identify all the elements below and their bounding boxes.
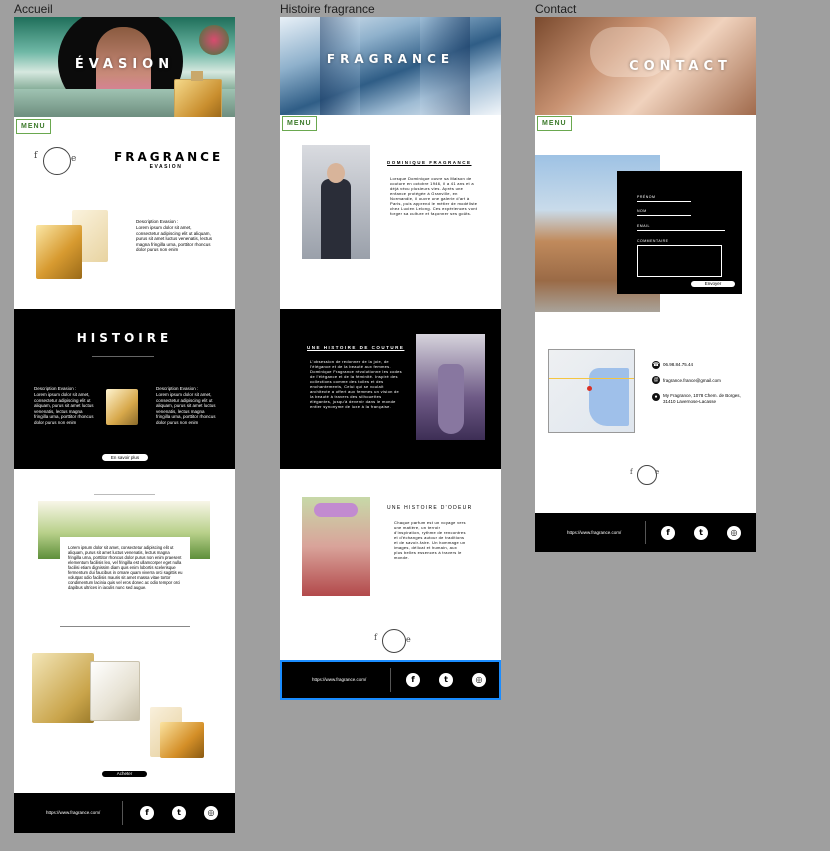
s2-body: L'obsession de redonner de la joie, de l…: [310, 359, 402, 409]
histoire-divider: [92, 356, 154, 357]
brand-title: FRAGRANCE: [114, 150, 224, 164]
hero-title: CONTACT: [629, 59, 732, 74]
board-label-histoire[interactable]: Histoire fragrance: [280, 2, 375, 16]
hero-image: CONTACT: [535, 17, 756, 115]
commentaire-textarea[interactable]: [637, 245, 722, 277]
commentaire-label: COMMENTAIRE: [637, 239, 669, 243]
building-left: [320, 17, 360, 115]
portrait-face: [327, 163, 345, 183]
brand-logo: f e: [368, 627, 414, 657]
address-text: My Fragrance, 1078 Chem. de Borges, 3141…: [663, 393, 741, 404]
footer-separator: [390, 668, 391, 692]
couture-section: UNE HISTOIRE DE COUTURE L'obsession de r…: [280, 309, 501, 469]
runway-photo: [416, 334, 485, 440]
desc-body: Lorem ipsum dolor sit amet, consectetur …: [136, 225, 213, 252]
footer: https://www.fragrance.com/ f t ◎: [535, 513, 756, 552]
menu-button[interactable]: MENU: [16, 119, 51, 134]
footer-separator: [122, 801, 123, 825]
twitter-icon[interactable]: t: [439, 673, 453, 687]
email-label: EMAIL: [637, 224, 651, 228]
contact-form: PRÉNOM NOM EMAIL COMMENTAIRE Envoyer: [617, 171, 742, 294]
portrait-photo: [302, 145, 370, 259]
building-right: [420, 17, 470, 115]
runway-dress: [438, 364, 464, 434]
prenom-label: PRÉNOM: [637, 195, 656, 199]
facebook-icon[interactable]: f: [406, 673, 420, 687]
col-right-body: Lorem ipsum dolor sit amet, consectetur …: [156, 392, 216, 425]
map-water: [589, 368, 629, 426]
histoire-page: FRAGRANCE MENU DOMINIQUE FRAGRANCE Lorsq…: [280, 17, 501, 700]
hero-title: ÉVASION: [74, 57, 175, 72]
s2-title: UNE HISTOIRE DE COUTURE: [307, 345, 405, 350]
logo-circle: [382, 629, 406, 653]
twitter-icon[interactable]: t: [172, 806, 186, 820]
hero-title: FRAGRANCE: [326, 52, 455, 66]
flower-photo: [302, 497, 370, 596]
instagram-icon[interactable]: ◎: [472, 673, 486, 687]
small-bottle: [160, 722, 204, 758]
email-input[interactable]: [637, 230, 725, 231]
board-label-contact[interactable]: Contact: [535, 2, 576, 16]
logo-circle: [637, 465, 657, 485]
contact-page: CONTACT MENU PRÉNOM NOM EMAIL COMMENTAIR…: [535, 17, 756, 552]
s3-title: UNE HISTOIRE D'ODEUR: [387, 505, 473, 511]
footer-url[interactable]: https://www.fragrance.com/: [567, 530, 621, 535]
flower-crown: [314, 503, 358, 517]
logo-circle: [43, 147, 71, 175]
footer-url[interactable]: https://www.fragrance.com/: [312, 677, 366, 682]
s1-title: DOMINIQUE FRAGRANCE: [387, 160, 472, 165]
histoire-section: HISTOIRE Description Evasion : Lorem ips…: [14, 309, 235, 469]
submit-button[interactable]: Envoyer: [691, 281, 735, 287]
location-map[interactable]: [548, 349, 635, 433]
hero-image: ÉVASION: [14, 17, 235, 117]
map-road: [549, 378, 634, 379]
portrait-suit: [321, 179, 351, 259]
hero-image: FRAGRANCE: [280, 17, 501, 115]
email-text[interactable]: fragrance.france@gmail.com: [663, 378, 721, 383]
menu-button[interactable]: MENU: [282, 116, 317, 131]
accueil-page: ÉVASION MENU f e FRAGRANCE EVASION Descr…: [14, 17, 235, 833]
s3-body: Chaque parfum est un voyage vers une mat…: [394, 520, 466, 560]
brand-subtitle: EVASION: [149, 164, 183, 170]
divider-bottom: [60, 626, 190, 627]
clear-bottle: [90, 661, 140, 721]
gift-box: [32, 653, 94, 723]
phone-icon: ☎: [652, 361, 660, 369]
nom-input[interactable]: [637, 215, 691, 216]
facebook-icon[interactable]: f: [661, 526, 675, 540]
lorem-card: Lorem ipsum dolor sit amet, consectetur …: [60, 537, 190, 613]
product-bottle: [36, 225, 82, 279]
histoire-bottle: [106, 389, 138, 425]
histoire-title: HISTOIRE: [76, 331, 173, 345]
nom-label: NOM: [637, 209, 647, 213]
facebook-icon[interactable]: f: [140, 806, 154, 820]
buy-button[interactable]: Acheter: [102, 771, 147, 777]
col-left-body: Lorem ipsum dolor sit amet, consectetur …: [34, 392, 94, 425]
menu-button[interactable]: MENU: [537, 116, 572, 131]
prenom-input[interactable]: [637, 201, 691, 202]
footer[interactable]: https://www.fragrance.com/ f t ◎: [280, 660, 501, 700]
brand-logo: f e: [627, 463, 673, 489]
footer-url[interactable]: https://www.fragrance.com/: [46, 810, 100, 815]
hero-perfume-cap: [191, 71, 203, 81]
instagram-icon[interactable]: ◎: [204, 806, 218, 820]
hero-flower: [199, 25, 229, 55]
board-label-accueil[interactable]: Accueil: [14, 2, 53, 16]
instagram-icon[interactable]: ◎: [727, 526, 741, 540]
email-icon: @: [652, 376, 660, 384]
hero-perfume-bottle: [174, 79, 222, 117]
twitter-icon[interactable]: t: [694, 526, 708, 540]
more-button[interactable]: En savoir plus: [102, 454, 148, 461]
divider-top: [94, 494, 155, 495]
lorem-text: Lorem ipsum dolor sit amet, consectetur …: [68, 545, 183, 590]
location-icon: ●: [652, 393, 660, 401]
brand-logo: f e: [34, 145, 80, 177]
phone-text[interactable]: 06.98.84.75.44: [663, 362, 693, 367]
footer-separator: [645, 521, 646, 544]
map-pin-icon: [587, 386, 592, 391]
s1-body: Lorsque Dominique ouvre sa Maison de cou…: [390, 176, 478, 216]
footer: https://www.fragrance.com/ f t ◎: [14, 793, 235, 833]
